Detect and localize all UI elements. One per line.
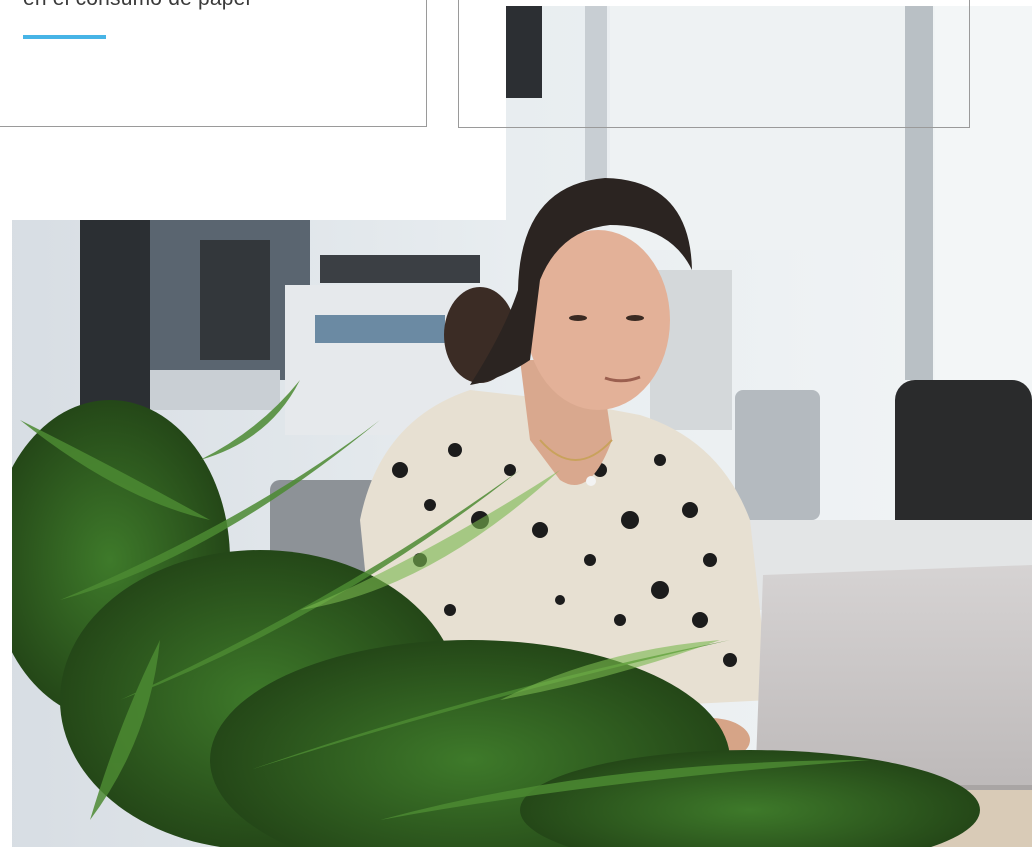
card-text: en el consumo de paper [23,0,253,11]
info-card-right [458,0,970,128]
page: en el consumo de paper [0,0,1032,847]
accent-underline [23,35,106,39]
info-card-left: en el consumo de paper [0,0,427,127]
